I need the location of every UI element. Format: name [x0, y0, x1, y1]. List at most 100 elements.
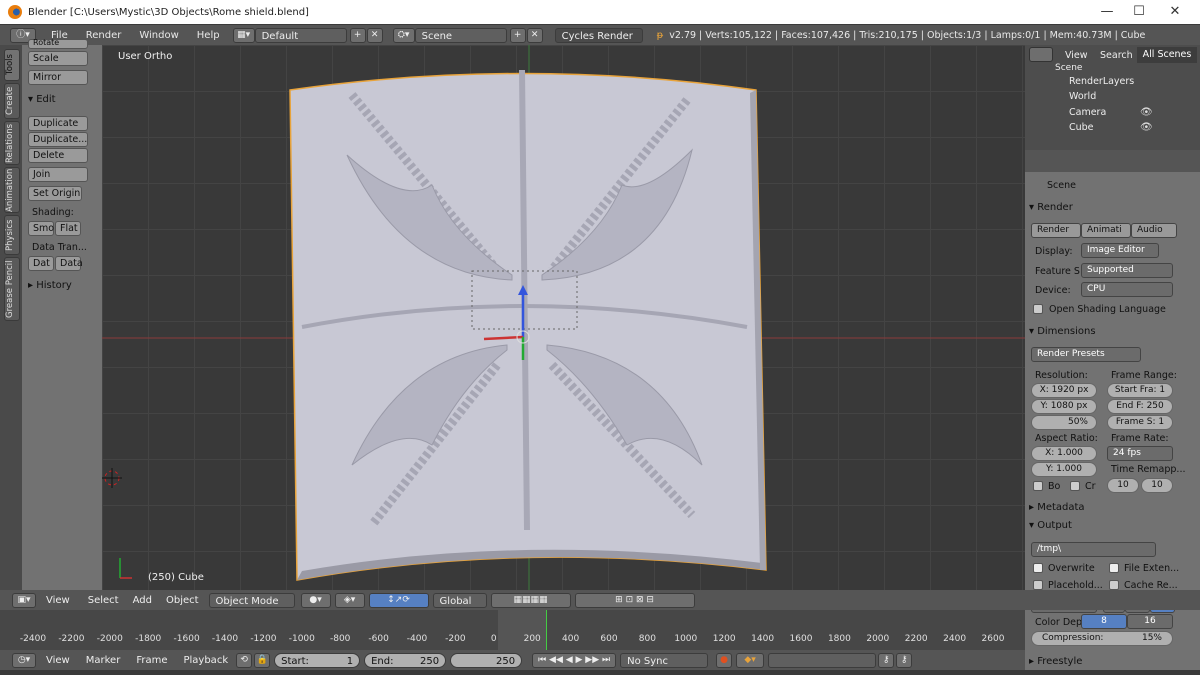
frame-start-field[interactable]: Start Fra: 1: [1107, 383, 1173, 398]
outliner-editor-icon[interactable]: [1029, 47, 1053, 62]
vp-menu-view[interactable]: View: [46, 595, 70, 606]
menu-help[interactable]: Help: [188, 30, 229, 41]
cache-result-checkbox[interactable]: [1109, 580, 1119, 590]
3d-viewport[interactable]: User Ortho (250) Cube: [102, 45, 1025, 590]
color-depth-8[interactable]: 8: [1081, 614, 1127, 629]
crop-checkbox[interactable]: [1070, 481, 1080, 491]
insert-key-icon[interactable]: ⚷: [878, 652, 895, 668]
tab-tools[interactable]: Tools: [4, 49, 20, 81]
layers-grid[interactable]: ▦▦▦▦: [490, 592, 571, 608]
keying-set-field[interactable]: [768, 652, 877, 668]
playback-controls[interactable]: ⏮ ◀◀ ◀ ▶ ▶▶ ⏭: [532, 652, 617, 668]
start-frame-field[interactable]: Start: 1: [274, 652, 361, 668]
preview-range-icon[interactable]: ⟲: [236, 652, 253, 668]
outliner-renderlayers[interactable]: RenderLayers: [1069, 76, 1134, 87]
sync-mode-select[interactable]: No Sync: [620, 652, 709, 668]
outliner-view-menu[interactable]: View: [1065, 50, 1088, 61]
properties-context-tabs[interactable]: [1025, 150, 1200, 172]
time-remap-new-field[interactable]: 10: [1141, 478, 1173, 493]
resolution-x-field[interactable]: X: 1920 px: [1031, 383, 1097, 398]
maximize-button[interactable]: ☐: [1122, 0, 1156, 24]
tab-grease-pencil[interactable]: Grease Pencil: [4, 257, 20, 321]
rotate-button[interactable]: Rotate: [28, 39, 88, 49]
lock-icon[interactable]: 🔒: [254, 652, 271, 668]
tl-menu-playback[interactable]: Playback: [183, 655, 228, 666]
menu-window[interactable]: Window: [130, 30, 187, 41]
remove-layout-button[interactable]: ✕: [366, 27, 383, 43]
data-layout-button[interactable]: Data: [55, 256, 83, 271]
resolution-percentage-field[interactable]: 50%: [1031, 415, 1097, 430]
display-select[interactable]: Image Editor: [1081, 243, 1159, 258]
tl-menu-view[interactable]: View: [46, 655, 70, 666]
render-still-button[interactable]: Render: [1031, 223, 1081, 238]
interaction-mode-select[interactable]: Object Mode: [208, 592, 295, 608]
render-panel-header[interactable]: ▾ Render: [1029, 202, 1073, 213]
tab-create[interactable]: Create: [4, 83, 20, 119]
outliner-cube[interactable]: Cube: [1069, 122, 1094, 133]
editor-type-3dview-icon[interactable]: ▣▾: [12, 592, 36, 608]
visibility-eye-icon[interactable]: 👁: [1140, 107, 1153, 118]
outliner-display-mode[interactable]: All Scenes: [1137, 47, 1197, 63]
frame-rate-select[interactable]: 24 fps: [1107, 446, 1173, 461]
frame-step-field[interactable]: Frame S: 1: [1107, 415, 1173, 430]
visibility-eye-icon-cube[interactable]: 👁: [1140, 122, 1153, 133]
file-extensions-checkbox[interactable]: [1109, 563, 1119, 573]
render-presets-select[interactable]: Render Presets: [1031, 347, 1141, 362]
outliner-search-menu[interactable]: Search: [1100, 50, 1133, 61]
duplicate-button[interactable]: Duplicate: [28, 116, 88, 131]
remove-scene-button[interactable]: ✕: [526, 27, 543, 43]
render-engine-select[interactable]: Cycles Render: [554, 27, 643, 43]
resolution-y-field[interactable]: Y: 1080 px: [1031, 399, 1097, 414]
current-frame-line[interactable]: [546, 610, 547, 650]
scene-field[interactable]: Scene: [414, 27, 507, 43]
set-origin-dropdown[interactable]: Set Origin: [28, 186, 82, 201]
screen-layout-field[interactable]: Default: [254, 27, 347, 43]
end-frame-field[interactable]: End: 250: [364, 652, 447, 668]
data-transfer-button[interactable]: Dat: [28, 256, 54, 271]
duplicate-linked-button[interactable]: Duplicate...: [28, 132, 88, 147]
close-button[interactable]: ✕: [1158, 0, 1192, 24]
pivot-point-icon[interactable]: ◈▾: [334, 592, 365, 608]
dimensions-panel-header[interactable]: ▾ Dimensions: [1029, 326, 1096, 337]
add-layout-button[interactable]: +: [349, 27, 366, 43]
aspect-x-field[interactable]: X: 1.000: [1031, 446, 1097, 461]
color-depth-16[interactable]: 16: [1127, 614, 1173, 629]
add-scene-button[interactable]: +: [509, 27, 526, 43]
output-panel-header[interactable]: ▾ Output: [1029, 520, 1072, 531]
vp-menu-select[interactable]: Select: [88, 595, 119, 606]
osl-checkbox[interactable]: [1033, 304, 1043, 314]
tab-animation[interactable]: Animation: [4, 167, 20, 213]
scene-icon[interactable]: ⛭▾: [392, 27, 415, 43]
scale-button[interactable]: Scale: [28, 51, 88, 66]
metadata-panel-header[interactable]: ▸ Metadata: [1029, 502, 1085, 513]
edit-panel-header[interactable]: ▾ Edit: [28, 94, 56, 105]
output-path-field[interactable]: /tmp\: [1031, 542, 1156, 557]
border-checkbox[interactable]: [1033, 481, 1043, 491]
time-remap-old-field[interactable]: 10: [1107, 478, 1139, 493]
tab-relations[interactable]: Relations: [4, 121, 20, 165]
overwrite-checkbox[interactable]: [1033, 563, 1043, 573]
vp-menu-object[interactable]: Object: [166, 595, 199, 606]
keying-icon[interactable]: ◆▾: [736, 652, 765, 668]
render-animation-button[interactable]: Animati: [1081, 223, 1131, 238]
tl-menu-marker[interactable]: Marker: [86, 655, 121, 666]
freestyle-panel-header[interactable]: ▸ Freestyle: [1029, 656, 1082, 667]
record-icon[interactable]: ●: [716, 652, 733, 668]
minimize-button[interactable]: —: [1090, 0, 1124, 24]
outliner-scene[interactable]: Scene: [1055, 63, 1082, 73]
shade-smooth-button[interactable]: Smo: [28, 221, 54, 236]
screen-layout-icon[interactable]: ▦▾: [232, 27, 255, 43]
render-audio-button[interactable]: Audio: [1131, 223, 1177, 238]
delete-button[interactable]: Delete: [28, 148, 88, 163]
delete-key-icon[interactable]: ⚷: [896, 652, 913, 668]
aspect-y-field[interactable]: Y: 1.000: [1031, 462, 1097, 477]
compression-slider[interactable]: Compression: 15%: [1031, 631, 1173, 646]
editor-type-timeline-icon[interactable]: ◷▾: [12, 652, 36, 668]
placeholders-checkbox[interactable]: [1033, 580, 1043, 590]
tab-physics[interactable]: Physics: [4, 215, 20, 255]
outliner-world[interactable]: World: [1069, 91, 1096, 102]
transform-orientation-select[interactable]: Global: [432, 592, 487, 608]
vp-menu-add[interactable]: Add: [133, 595, 152, 606]
frame-end-field[interactable]: End F: 250: [1107, 399, 1173, 414]
history-panel-header[interactable]: ▸ History: [28, 280, 72, 291]
